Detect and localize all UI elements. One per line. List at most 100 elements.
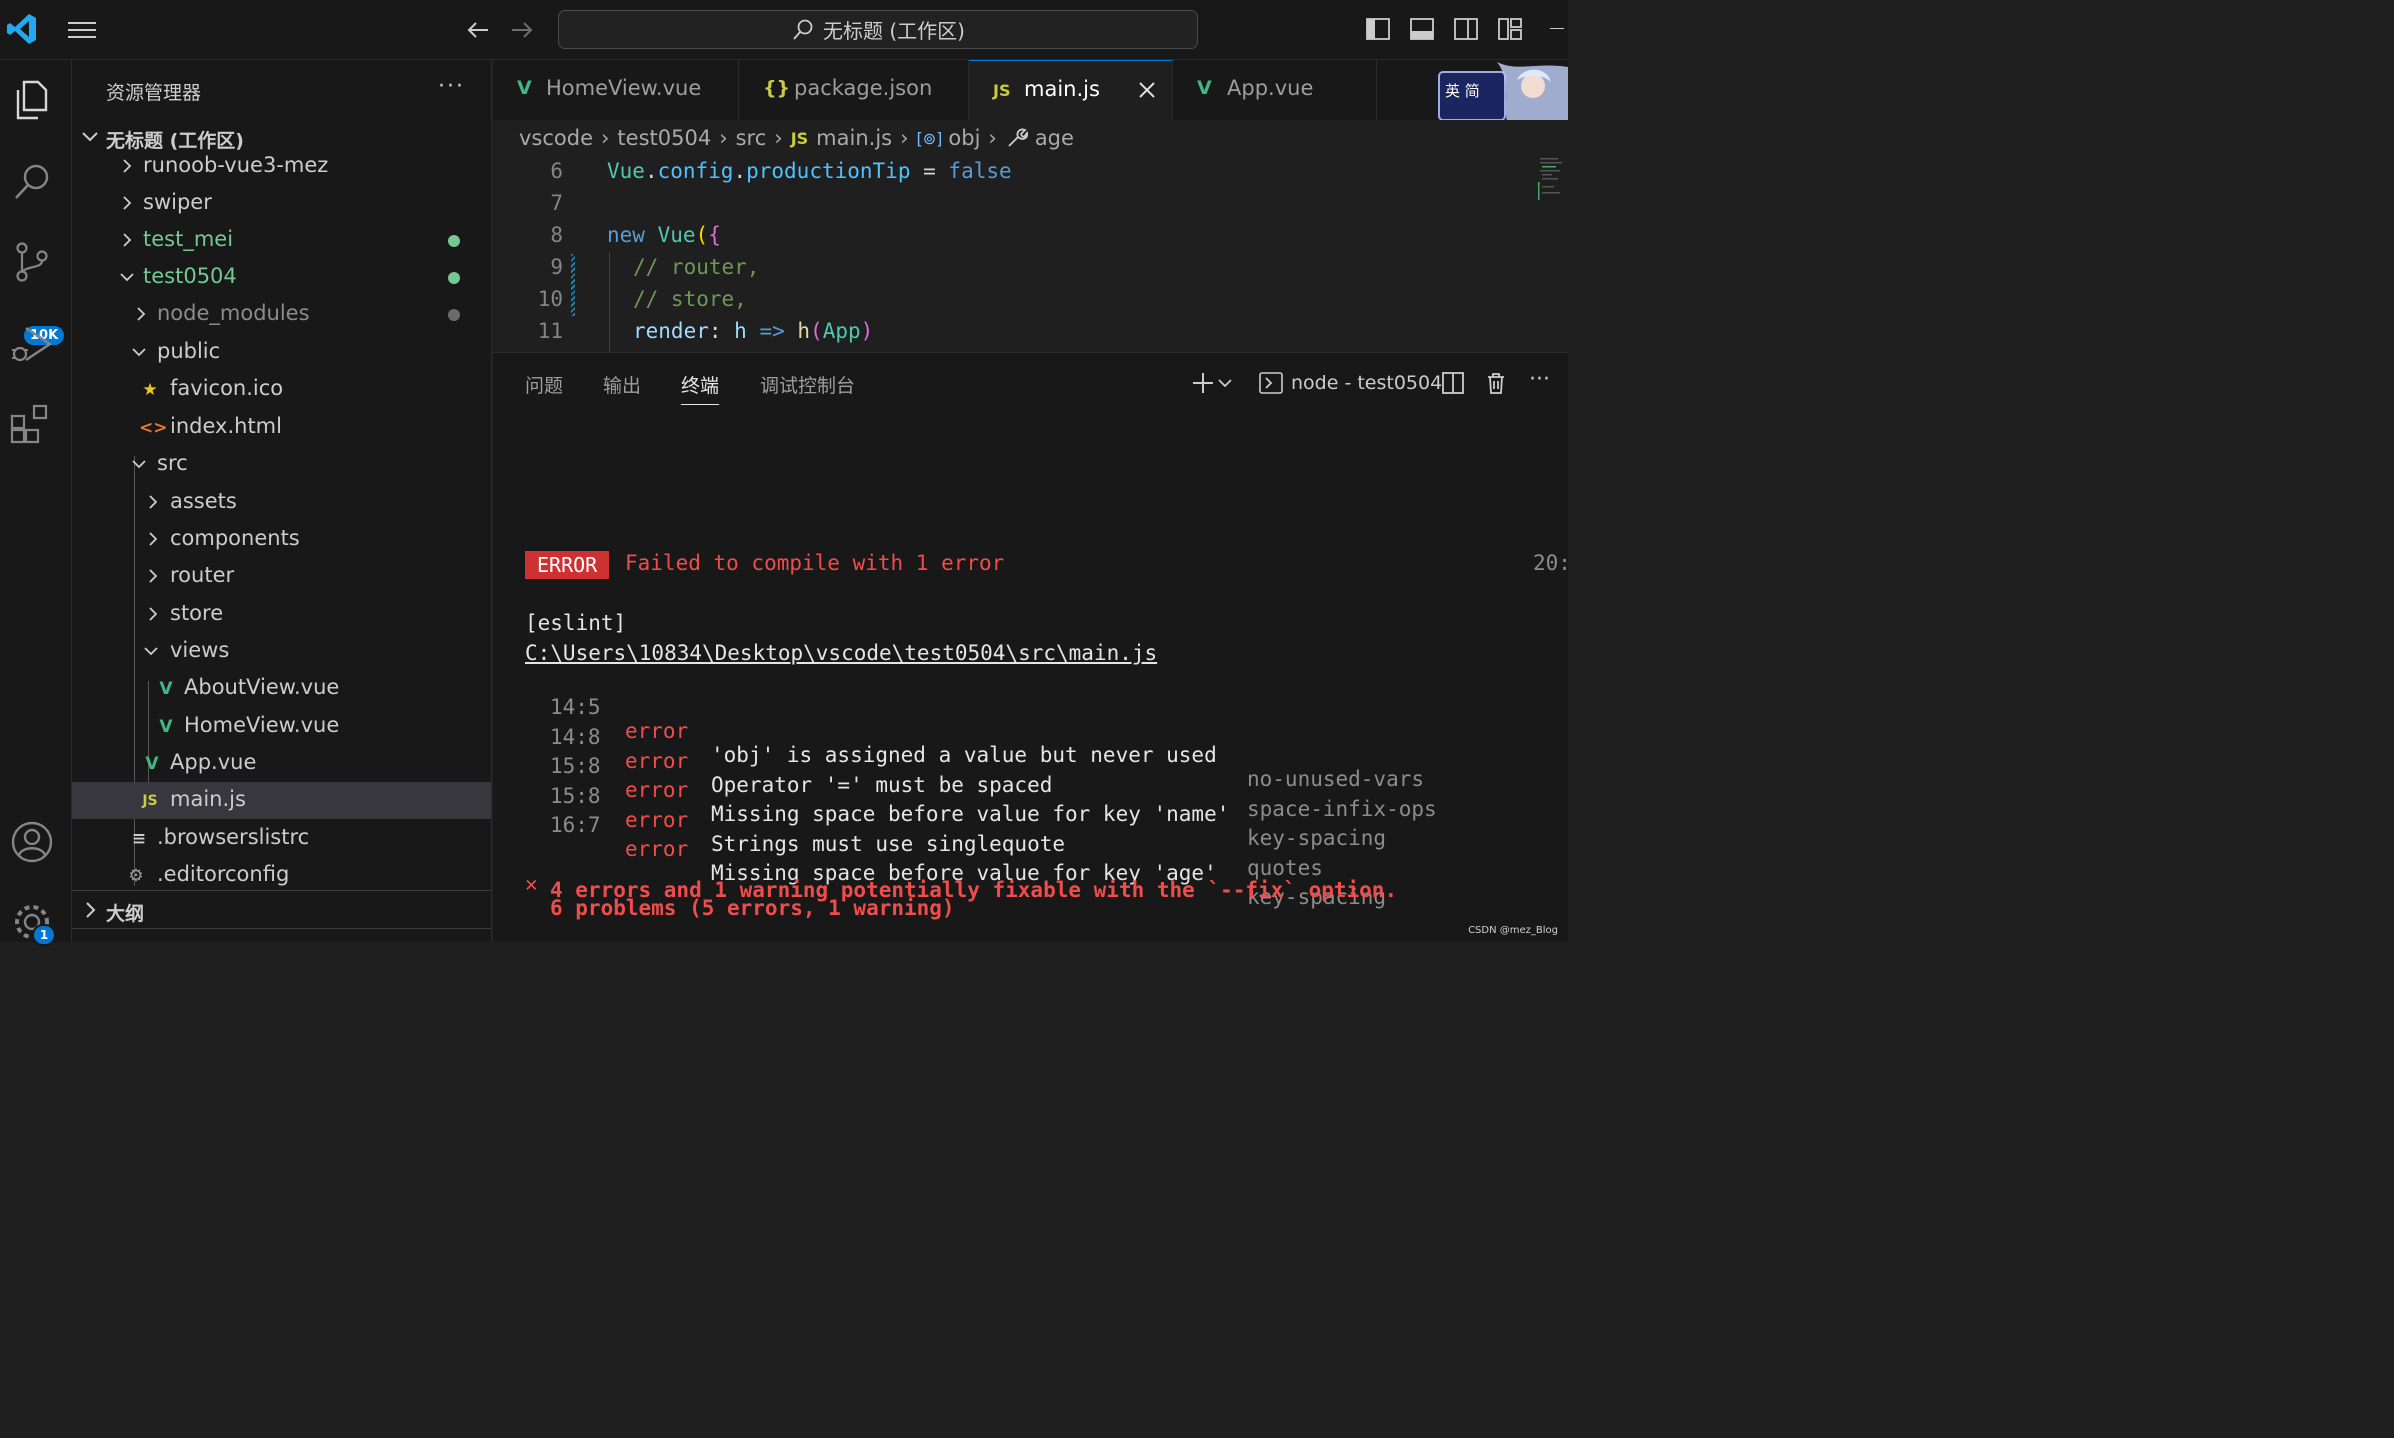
- minimap[interactable]: [1536, 156, 1566, 216]
- tree-folder-src[interactable]: src: [72, 446, 491, 483]
- command-center-search[interactable]: 无标题 (工作区): [558, 10, 1198, 49]
- breadcrumb-item[interactable]: age: [1035, 126, 1074, 150]
- close-icon[interactable]: [1136, 79, 1158, 101]
- trash-icon[interactable]: [1484, 371, 1508, 395]
- lint-row: 15:8 error Missing space before value fo…: [525, 730, 1565, 850]
- tree-folder-views[interactable]: views: [72, 633, 491, 670]
- more-actions-icon[interactable]: ···: [1529, 367, 1553, 392]
- chevron-right-icon: ›: [774, 126, 783, 150]
- star-icon: ★: [142, 380, 158, 400]
- lint-row: 15:8 error Strings must use singlequote …: [525, 760, 1565, 880]
- terminal-name[interactable]: node - test0504: [1291, 372, 1442, 394]
- tree-item-label: AboutView.vue: [184, 675, 340, 699]
- tree-folder-test-mei[interactable]: test_mei: [72, 222, 491, 259]
- chevron-right-icon: [123, 159, 132, 173]
- run-debug-icon[interactable]: [10, 322, 54, 366]
- breadcrumb-item[interactable]: obj: [948, 126, 980, 150]
- breadcrumb-item[interactable]: test0504: [617, 126, 711, 150]
- toggle-panel-icon[interactable]: [1409, 16, 1435, 42]
- tab-app-vue[interactable]: V App.vue: [1173, 60, 1377, 120]
- timeline-section-header[interactable]: [72, 928, 491, 942]
- code-text: new Vue({: [607, 223, 721, 247]
- lint-rule: key-spacing: [1247, 826, 1387, 850]
- chevron-down-icon: [132, 348, 146, 357]
- title-bar: 无标题 (工作区): [0, 0, 1568, 60]
- tree-folder-test0504[interactable]: test0504: [72, 259, 491, 296]
- search-icon[interactable]: [10, 160, 54, 204]
- terminal-output[interactable]: ERROR Failed to compile with 1 error 20:…: [525, 543, 1571, 920]
- customize-layout-icon[interactable]: [1497, 16, 1523, 42]
- tree-item-label: assets: [170, 489, 237, 513]
- tab-label: main.js: [1024, 77, 1100, 101]
- explorer-sidebar: 资源管理器 ··· 无标题 (工作区) runoob-vue3-mez swip…: [72, 60, 492, 942]
- tab-homeview-vue[interactable]: V HomeView.vue: [493, 60, 739, 120]
- code-line: 6 Vue.config.productionTip = false: [493, 156, 1533, 188]
- tree-file-homeview[interactable]: V HomeView.vue: [72, 708, 491, 745]
- explorer-title: 资源管理器: [106, 82, 202, 104]
- chevron-right-icon: ›: [719, 126, 728, 150]
- tab-problems[interactable]: 问题: [525, 371, 563, 398]
- tree-item-label: src: [157, 451, 188, 475]
- tree-file-browserslistrc[interactable]: ≡ .browserslistrc: [72, 820, 491, 857]
- breadcrumb-item[interactable]: vscode: [519, 126, 593, 150]
- breadcrumb-item[interactable]: main.js: [816, 126, 892, 150]
- outline-section-header[interactable]: 大纲: [72, 890, 491, 928]
- account-icon[interactable]: [10, 820, 54, 864]
- error-message: Failed to compile with 1 error: [625, 551, 1005, 575]
- chevron-right-icon: [149, 569, 158, 583]
- add-terminal-icon[interactable]: [1191, 371, 1215, 395]
- tab-label: App.vue: [1227, 76, 1314, 100]
- summary-line: ✕ 6 problems (5 errors, 1 warning): [525, 848, 1565, 920]
- code-editor[interactable]: 6 Vue.config.productionTip = false 7 8 n…: [493, 156, 1568, 352]
- arrow-right-icon[interactable]: [506, 14, 538, 46]
- tree-file-aboutview[interactable]: V AboutView.vue: [72, 670, 491, 707]
- tree-item-label: node_modules: [157, 301, 310, 325]
- tree-file-editorconfig[interactable]: ⚙ .editorconfig: [72, 857, 491, 894]
- activity-bar: 10K: [0, 60, 72, 942]
- code-line: 11 render: h => h(App): [493, 316, 1533, 348]
- tree-file-main-js[interactable]: JS main.js: [72, 782, 491, 819]
- more-actions-icon[interactable]: ···: [438, 74, 465, 99]
- git-status-dot: [448, 272, 460, 284]
- tree-folder-components[interactable]: components: [72, 521, 491, 558]
- tab-terminal[interactable]: 终端: [681, 371, 720, 405]
- split-terminal-icon[interactable]: [1441, 371, 1465, 395]
- file-path-link[interactable]: C:\Users\10834\Desktop\vscode\test0504\s…: [525, 641, 1157, 671]
- tab-debug-console[interactable]: 调试控制台: [760, 371, 855, 398]
- tree-folder-assets[interactable]: assets: [72, 484, 491, 521]
- tree-folder-store[interactable]: store: [72, 596, 491, 633]
- chevron-down-icon: [82, 132, 98, 142]
- tree-item-label: favicon.ico: [170, 376, 284, 400]
- source-control-icon[interactable]: [10, 240, 54, 284]
- tree-item-label: views: [170, 638, 230, 662]
- tree-folder-node-modules[interactable]: node_modules: [72, 296, 491, 333]
- breadcrumb-item[interactable]: src: [736, 126, 767, 150]
- explorer-icon[interactable]: [10, 78, 54, 122]
- minimize-icon[interactable]: [1550, 28, 1564, 29]
- toggle-secondary-sidebar-icon[interactable]: [1453, 16, 1479, 42]
- chevron-right-icon: [149, 532, 158, 546]
- tree-file-app-vue[interactable]: V App.vue: [72, 745, 491, 782]
- tree-folder-swiper[interactable]: swiper: [72, 185, 491, 222]
- vue-file-icon: V: [517, 77, 532, 99]
- tab-output[interactable]: 输出: [603, 371, 641, 398]
- tree-file-index-html[interactable]: <> index.html: [72, 409, 491, 446]
- terminal-line: ERROR Failed to compile with 1 error 20:: [525, 551, 1571, 581]
- extensions-icon[interactable]: [10, 402, 54, 446]
- tab-main-js[interactable]: JS main.js: [969, 60, 1173, 120]
- arrow-left-icon[interactable]: [462, 14, 494, 46]
- menu-icon[interactable]: [64, 16, 100, 44]
- tab-package-json[interactable]: {} package.json: [739, 60, 969, 120]
- tree-folder-runoob-vue3-mez[interactable]: runoob-vue3-mez: [72, 148, 491, 185]
- line-number: 6: [550, 159, 563, 183]
- tree-file-favicon[interactable]: ★ favicon.ico: [72, 371, 491, 408]
- toggle-primary-sidebar-icon[interactable]: [1365, 16, 1391, 42]
- tree-folder-router[interactable]: router: [72, 558, 491, 595]
- editor-tabs: V HomeView.vue {} package.json JS main.j…: [493, 60, 1568, 120]
- tree-folder-public[interactable]: public: [72, 334, 491, 371]
- chevron-down-icon[interactable]: [1217, 371, 1233, 395]
- tree-item-label: HomeView.vue: [184, 713, 340, 737]
- tab-label: package.json: [794, 76, 933, 100]
- ime-mascot-image: 英 简: [1437, 62, 1568, 122]
- line-number: 7: [550, 191, 563, 215]
